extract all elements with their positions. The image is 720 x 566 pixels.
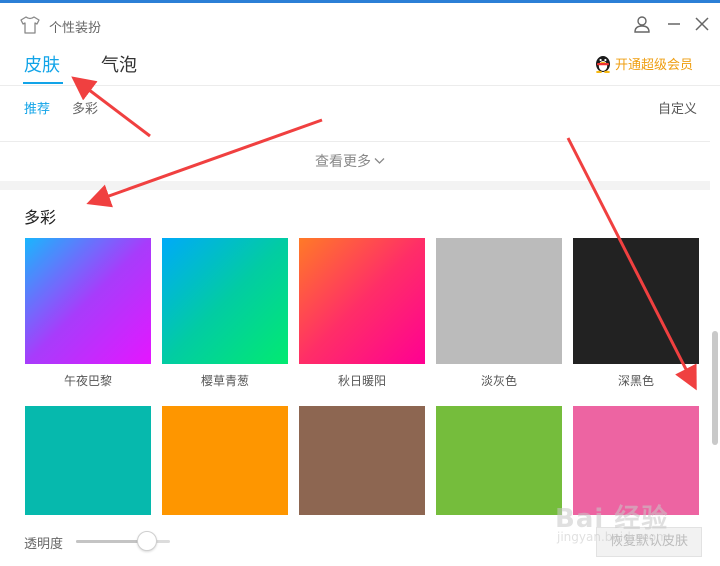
section-separator [0,181,710,190]
vip-label: 开通超级会员 [615,57,694,73]
see-more-label: 查看更多 [315,154,371,170]
swatch-tile[interactable] [162,406,288,515]
scrollbar[interactable] [710,141,720,566]
opacity-label: 透明度 [24,537,64,552]
see-more-button[interactable]: 查看更多 [315,151,385,171]
swatch-label: 秋日暖阳 [337,374,386,388]
swatch-label: 午夜巴黎 [63,374,112,388]
bottom-bar: 透明度 恢复默认皮肤 [0,515,710,566]
opacity-slider-handle[interactable] [136,531,157,551]
swatch-tile[interactable] [436,238,562,364]
tshirt-icon [20,16,40,34]
penguin-icon [596,56,610,73]
restore-default-button[interactable]: 恢复默认皮肤 [596,527,702,557]
window-title: 个性装扮 [49,21,102,36]
custom-link[interactable]: 自定义 [658,98,697,117]
tab-skin[interactable]: 皮肤 [24,51,60,77]
chevron-down-icon [374,158,385,164]
section-title: 多彩 [24,208,57,227]
tab-bubble[interactable]: 气泡 [101,51,137,77]
vip-button[interactable]: 开通超级会员 [594,52,693,74]
swatch-tile[interactable] [25,406,151,515]
swatch-tile[interactable] [436,406,562,515]
swatch-tile[interactable] [573,406,699,515]
main-tabs: 皮肤 气泡 开通超级会员 [0,45,720,85]
title-bar: 个性装扮 [0,3,720,45]
close-icon[interactable] [692,14,712,34]
scrollbar-thumb[interactable] [712,331,718,445]
divider [0,141,710,142]
subtab-colorful[interactable]: 多彩 [72,98,98,117]
user-icon[interactable] [632,14,652,34]
swatch-label: 深黑色 [617,374,654,388]
tab-active-indicator [23,82,63,84]
minimize-icon[interactable] [664,14,684,34]
swatch-tile[interactable] [162,238,288,364]
sub-tabs: 推荐 多彩 自定义 [0,86,720,126]
swatch-tile[interactable] [573,238,699,364]
swatch-label: 樱草青葱 [200,374,249,388]
swatch-tile[interactable] [299,406,425,515]
swatch-label: 淡灰色 [480,374,517,388]
swatch-tile[interactable] [299,238,425,364]
subtab-recommend[interactable]: 推荐 [24,98,50,117]
swatch-tile[interactable] [25,238,151,364]
opacity-slider-fill [76,540,147,543]
